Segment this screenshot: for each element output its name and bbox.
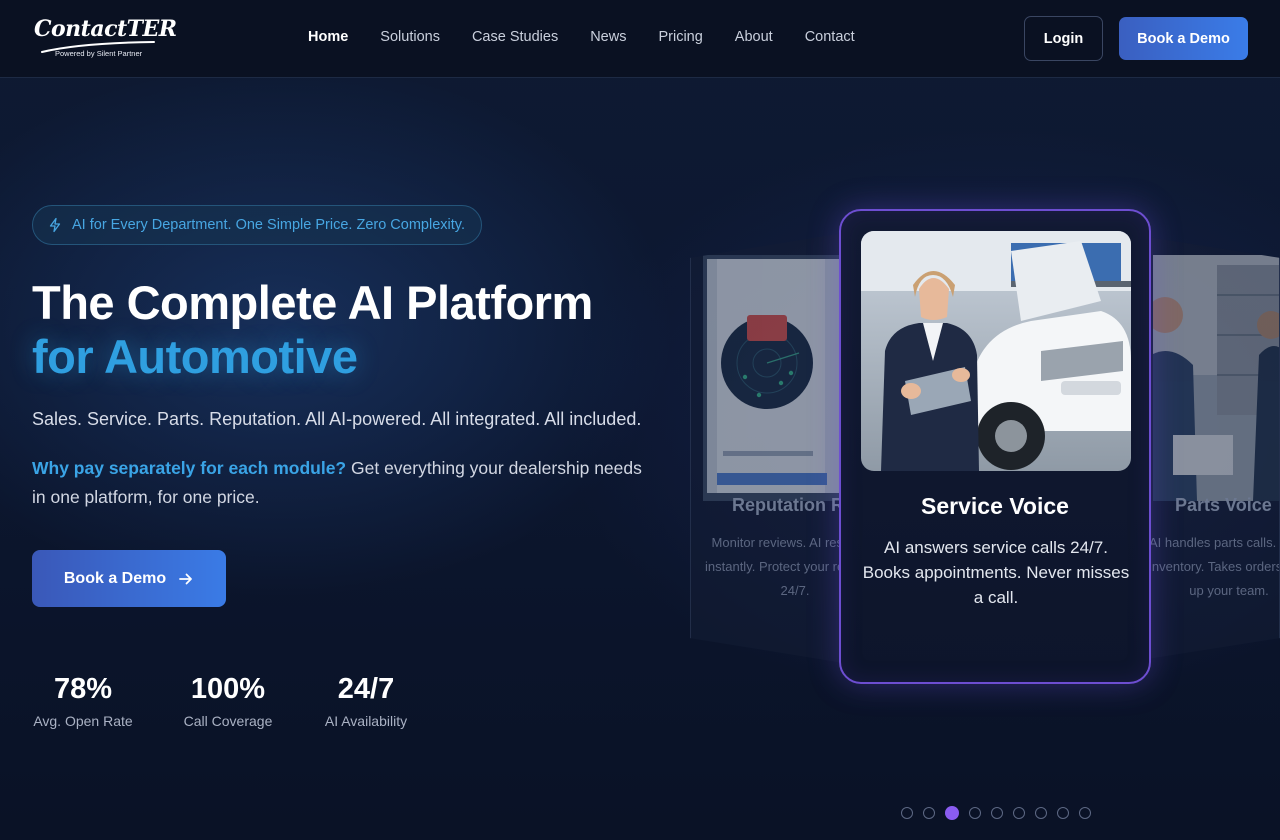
page: ContactTER Powered by Silent Partner Hom… <box>0 0 1280 840</box>
carousel-dot-6[interactable] <box>1013 807 1025 819</box>
carousel-dot-5[interactable] <box>991 807 1003 819</box>
carousel-dot-9[interactable] <box>1079 807 1091 819</box>
carousel-dot-2[interactable] <box>923 807 935 819</box>
service-voice-description: AI answers service calls 24/7. Books app… <box>862 538 1130 607</box>
stat-open-rate: 78% Avg. Open Rate <box>32 672 134 729</box>
nav-link-pricing[interactable]: Pricing <box>658 29 702 45</box>
parts-voice-title: Parts Voice <box>1175 495 1272 515</box>
desc-line: AI handles parts calls. Checks <box>1149 535 1279 550</box>
hero-title: The Complete AI Platform for Automotive <box>32 276 732 384</box>
carousel-pagination <box>901 806 1091 820</box>
top-nav: ContactTER Powered by Silent Partner Hom… <box>0 0 1280 78</box>
carousel-dot-8[interactable] <box>1057 807 1069 819</box>
desc-line: inventory. Takes orders. Frees <box>1149 559 1279 574</box>
service-voice-title: Service Voice <box>921 493 1069 519</box>
carousel-dot-3[interactable] <box>945 806 959 820</box>
book-demo-hero-label: Book a Demo <box>63 569 167 587</box>
hero-description: Why pay separately for each module? Get … <box>32 454 652 512</box>
nav-link-contact[interactable]: Contact <box>805 29 855 45</box>
reputation-radar-screenshot <box>703 255 849 501</box>
carousel-dot-1[interactable] <box>901 807 913 819</box>
reputation-radar-description: Monitor reviews. AI responds instantly. … <box>705 531 850 603</box>
carousel-card-reputation-radar[interactable]: Reputation Radar Monitor reviews. AI res… <box>690 232 850 664</box>
desc-line: 24/7. <box>780 583 810 598</box>
stat-label: Call Coverage <box>183 713 273 729</box>
hero-badge: AI for Every Department. One Simple Pric… <box>32 205 482 245</box>
nav-link-about[interactable]: About <box>735 29 773 45</box>
hero-description-highlight: Why pay separately for each module? <box>32 458 347 478</box>
stat-value: 78% <box>53 673 113 705</box>
logo-tagline: Powered by Silent Partner <box>55 49 143 58</box>
book-demo-hero-button[interactable]: Book a Demo <box>32 550 226 607</box>
login-button[interactable]: Login <box>1024 16 1103 61</box>
desc-line: instantly. Protect your reputation <box>705 559 849 574</box>
stat-value: 24/7 <box>337 673 395 705</box>
reputation-radar-title: Reputation Radar <box>731 495 849 515</box>
hero-title-line2: for Automotive <box>32 330 358 383</box>
nav-link-home[interactable]: Home <box>308 29 348 45</box>
lightning-icon <box>49 217 61 233</box>
arrow-right-icon <box>179 573 193 584</box>
hero-badge-text: AI for Every Department. One Simple Pric… <box>72 217 465 233</box>
hero-subtitle: Sales. Service. Parts. Reputation. All A… <box>32 409 642 429</box>
hero-title-line1: The Complete AI Platform <box>32 276 593 329</box>
carousel-dot-7[interactable] <box>1035 807 1047 819</box>
parts-voice-description: AI handles parts calls. Checks inventory… <box>1149 531 1279 603</box>
stat-ai-availability: 24/7 AI Availability <box>322 672 410 729</box>
parts-voice-photo <box>1153 255 1279 501</box>
nav-link-news[interactable]: News <box>590 29 626 45</box>
carousel-dot-4[interactable] <box>969 807 981 819</box>
service-voice-photo <box>861 231 1131 471</box>
logo-wordmark: ContactTER <box>34 16 177 42</box>
stat-label: Avg. Open Rate <box>33 713 133 729</box>
book-demo-nav-button[interactable]: Book a Demo <box>1119 17 1248 60</box>
stat-value: 100% <box>190 673 266 705</box>
main-nav: Home Solutions Case Studies News Pricing Abou… <box>308 29 887 45</box>
logo[interactable]: ContactTER Powered by Silent Partner <box>34 16 177 62</box>
stat-label: AI Availability <box>324 713 408 729</box>
desc-line: Monitor reviews. AI responds <box>711 535 850 550</box>
stat-call-coverage: 100% Call Coverage <box>182 672 274 729</box>
nav-link-solutions[interactable]: Solutions <box>380 29 440 45</box>
desc-line: up your team. <box>1189 583 1269 598</box>
nav-link-case-studies[interactable]: Case Studies <box>472 29 558 45</box>
carousel-card-service-voice[interactable]: Service Voice AI answers service calls 2… <box>839 209 1151 684</box>
